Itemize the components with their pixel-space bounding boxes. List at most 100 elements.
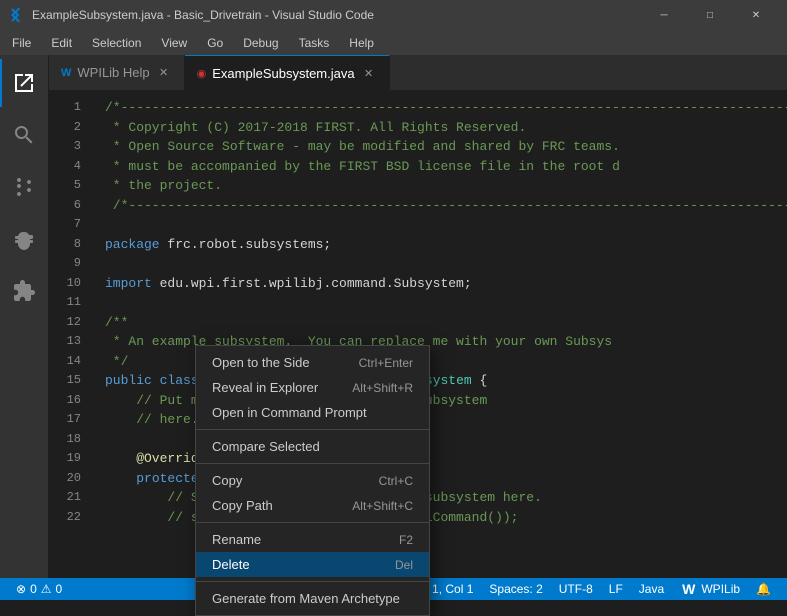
line-num-13: 13 <box>49 332 81 352</box>
ctx-compare-selected-label: Compare Selected <box>212 439 320 454</box>
code-area[interactable]: /*--------------------------------------… <box>89 90 787 578</box>
line-num-19: 19 <box>49 449 81 469</box>
code-line-9 <box>105 254 787 274</box>
line-num-2: 2 <box>49 118 81 138</box>
ctx-open-in-command-prompt[interactable]: Open in Command Prompt <box>196 400 429 425</box>
ctx-copy-path-label: Copy Path <box>212 498 273 513</box>
menu-edit[interactable]: Edit <box>43 34 80 52</box>
ctx-separator-3 <box>196 522 429 523</box>
line-num-10: 10 <box>49 274 81 294</box>
tab-example-subsystem-label: ExampleSubsystem.java <box>212 66 354 81</box>
wpilib-tab-icon: W <box>61 67 71 79</box>
tab-bar: W WPILib Help ✕ ◉ ExampleSubsystem.java … <box>49 55 787 90</box>
menu-help[interactable]: Help <box>341 34 382 52</box>
ctx-separator-2 <box>196 463 429 464</box>
code-line-6: /*--------------------------------------… <box>105 196 787 216</box>
activity-explorer[interactable] <box>0 59 48 107</box>
ctx-compare-selected[interactable]: Compare Selected <box>196 434 429 459</box>
line-num-5: 5 <box>49 176 81 196</box>
example-subsystem-tab-icon: ◉ <box>197 67 207 80</box>
line-num-4: 4 <box>49 157 81 177</box>
ctx-reveal-in-explorer[interactable]: Reveal in Explorer Alt+Shift+R <box>196 375 429 400</box>
line-num-18: 18 <box>49 430 81 450</box>
line-num-1: 1 <box>49 98 81 118</box>
line-num-11: 11 <box>49 293 81 313</box>
line-num-17: 17 <box>49 410 81 430</box>
ctx-open-to-side[interactable]: Open to the Side Ctrl+Enter <box>196 350 429 375</box>
code-line-3: * Open Source Software - may be modified… <box>105 137 787 157</box>
code-line-7 <box>105 215 787 235</box>
code-line-4: * must be accompanied by the FIRST BSD l… <box>105 157 787 177</box>
minimize-button[interactable]: ─ <box>641 0 687 30</box>
close-button[interactable]: ✕ <box>733 0 779 30</box>
spaces-text: Spaces: 2 <box>489 582 542 596</box>
menu-selection[interactable]: Selection <box>84 34 149 52</box>
title-bar: ExampleSubsystem.java - Basic_Drivetrain… <box>0 0 787 30</box>
tab-wpilib[interactable]: W WPILib Help ✕ <box>49 55 185 90</box>
activity-extensions[interactable] <box>0 267 48 315</box>
ctx-open-in-command-prompt-label: Open in Command Prompt <box>212 405 367 420</box>
tab-wpilib-label: WPILib Help <box>77 65 149 80</box>
error-count: 0 <box>30 582 37 596</box>
status-right: Ln 1, Col 1 Spaces: 2 UTF-8 LF Java W WP… <box>407 581 779 597</box>
code-line-2: * Copyright (C) 2017-2018 FIRST. All Rig… <box>105 118 787 138</box>
menu-file[interactable]: File <box>4 34 39 52</box>
menu-view[interactable]: View <box>153 34 195 52</box>
menu-debug[interactable]: Debug <box>235 34 286 52</box>
code-line-11 <box>105 293 787 313</box>
line-ending-text: LF <box>609 582 623 596</box>
ctx-reveal-in-explorer-shortcut: Alt+Shift+R <box>352 381 413 395</box>
line-num-12: 12 <box>49 313 81 333</box>
status-left: ⊗ 0 ⚠ 0 <box>8 582 70 596</box>
ctx-open-to-side-shortcut: Ctrl+Enter <box>359 356 413 370</box>
line-num-14: 14 <box>49 352 81 372</box>
line-num-8: 8 <box>49 235 81 255</box>
line-num-20: 20 <box>49 469 81 489</box>
vscode-icon <box>8 7 24 23</box>
ctx-copy-path-shortcut: Alt+Shift+C <box>352 499 413 513</box>
wpilib-status-text: WPILib <box>701 582 740 596</box>
menu-tasks[interactable]: Tasks <box>291 34 338 52</box>
code-line-5: * the project. <box>105 176 787 196</box>
ctx-generate-from-maven-label: Generate from Maven Archetype <box>212 591 400 606</box>
ctx-delete[interactable]: Delete Del <box>196 552 429 577</box>
line-num-22: 22 <box>49 508 81 528</box>
ctx-copy-path[interactable]: Copy Path Alt+Shift+C <box>196 493 429 518</box>
tab-wpilib-close[interactable]: ✕ <box>156 65 172 81</box>
code-line-8: package frc.robot.subsystems; <box>105 235 787 255</box>
ctx-generate-from-maven[interactable]: Generate from Maven Archetype <box>196 586 429 611</box>
menu-go[interactable]: Go <box>199 34 231 52</box>
line-num-21: 21 <box>49 488 81 508</box>
warning-icon: ⚠ <box>41 582 52 596</box>
tab-example-subsystem[interactable]: ◉ ExampleSubsystem.java ✕ <box>185 55 390 90</box>
ctx-separator-4 <box>196 581 429 582</box>
ctx-copy[interactable]: Copy Ctrl+C <box>196 468 429 493</box>
line-numbers: 1 2 3 4 5 6 7 8 9 10 11 12 13 14 15 16 1… <box>49 90 89 578</box>
line-num-6: 6 <box>49 196 81 216</box>
activity-search[interactable] <box>0 111 48 159</box>
status-errors[interactable]: ⊗ 0 ⚠ 0 <box>8 582 70 596</box>
status-language[interactable]: Java <box>631 582 672 596</box>
ctx-separator-1 <box>196 429 429 430</box>
line-num-16: 16 <box>49 391 81 411</box>
tab-example-subsystem-close[interactable]: ✕ <box>361 65 377 81</box>
status-bell[interactable]: 🔔 <box>748 582 779 596</box>
activity-source-control[interactable] <box>0 163 48 211</box>
status-spaces[interactable]: Spaces: 2 <box>481 582 550 596</box>
ctx-copy-label: Copy <box>212 473 242 488</box>
ctx-reveal-in-explorer-label: Reveal in Explorer <box>212 380 318 395</box>
code-line-1: /*--------------------------------------… <box>105 98 787 118</box>
status-line-ending[interactable]: LF <box>601 582 631 596</box>
ctx-rename[interactable]: Rename F2 <box>196 527 429 552</box>
error-icon: ⊗ <box>16 582 26 596</box>
ctx-copy-shortcut: Ctrl+C <box>379 474 413 488</box>
context-menu: Open to the Side Ctrl+Enter Reveal in Ex… <box>195 345 430 616</box>
warning-count: 0 <box>56 582 63 596</box>
wpilib-status-icon: W <box>680 581 697 597</box>
maximize-button[interactable]: □ <box>687 0 733 30</box>
ctx-rename-label: Rename <box>212 532 261 547</box>
status-encoding[interactable]: UTF-8 <box>551 582 601 596</box>
code-line-10: import edu.wpi.first.wpilibj.command.Sub… <box>105 274 787 294</box>
activity-debug[interactable] <box>0 215 48 263</box>
status-wpilib[interactable]: W WPILib <box>672 581 748 597</box>
